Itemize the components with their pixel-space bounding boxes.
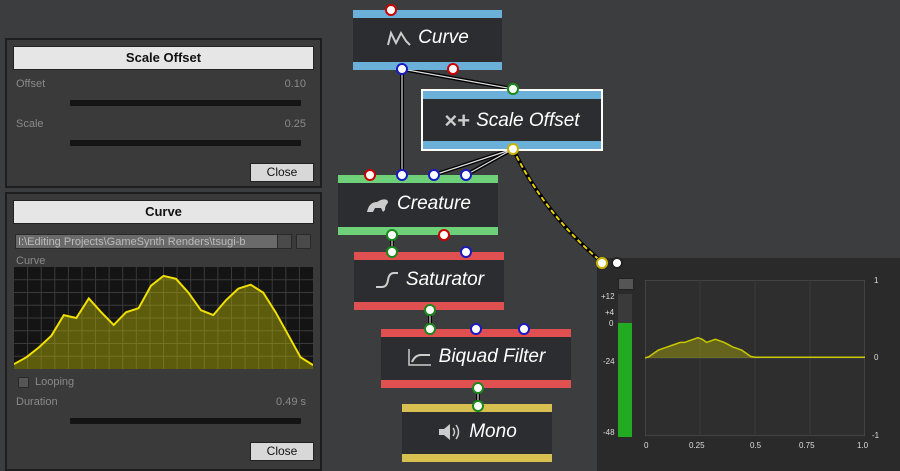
creature-input-port-1[interactable] [364,169,376,181]
x-tick: 0.75 [799,441,815,450]
db-tick: -24 [603,357,615,366]
saturator-output-port[interactable] [424,304,436,316]
biquad-filter-node[interactable]: Biquad Filter [381,329,571,388]
output-meter-panel: +12 +4 0 -24 -48 1 0 -1 0 0.25 0.5 0.75 … [596,257,900,471]
curve-node[interactable]: Curve [353,10,502,70]
filter-icon [407,348,431,366]
looping-label: Looping [35,376,75,388]
panel-title: Curve [13,200,314,224]
node-footer-bar [353,62,502,70]
node-label: Creature [338,193,498,215]
offset-value: 0.10 [284,78,306,90]
x-tick: 0.5 [750,441,762,450]
db-tick: 0 [609,319,614,328]
saturator-input-port[interactable] [386,246,398,258]
creature-icon [367,199,389,212]
waveform-chart [645,280,865,436]
close-button[interactable]: Close [250,442,314,461]
options-button[interactable] [296,234,311,249]
curve-output-port[interactable] [396,63,408,75]
db-tick: +12 [601,292,615,301]
curve-label: Curve [16,255,46,267]
offset-label: Offset [16,78,46,90]
browse-button[interactable] [277,234,292,249]
creature-input-port-2[interactable] [396,169,408,181]
panel-title: Scale Offset [13,46,314,70]
node-label: Mono [402,421,552,443]
curve-modulation-port[interactable] [447,63,459,75]
db-tick: +4 [605,308,615,317]
looping-checkbox[interactable] [18,377,29,388]
x-tick: 0 [644,441,649,450]
offset-slider[interactable] [70,100,301,106]
duration-label: Duration [16,396,58,408]
y-tick-top: 1 [874,276,879,285]
node-label: ×+ Scale Offset [444,108,580,133]
node-header-bar [338,175,498,183]
biquad-mod-port-1[interactable] [470,323,482,335]
node-label: Saturator [354,269,504,291]
node-footer-bar [402,454,552,462]
meter-input-port[interactable] [596,257,608,269]
creature-extra-port[interactable] [438,229,450,241]
curve-input-port[interactable] [385,4,397,16]
biquad-input-port[interactable] [424,323,436,335]
file-path-field[interactable]: I:\Editing Projects\GameSynth Renders\ts… [15,234,278,249]
biquad-output-port[interactable] [472,382,484,394]
creature-output-port[interactable] [386,229,398,241]
duration-value: 0.49 s [276,396,306,408]
node-label: Curve [353,27,502,49]
scale-label: Scale [16,118,44,130]
scale-slider[interactable] [70,140,301,146]
y-tick-mid: 0 [874,353,879,362]
scale-offset-input-port[interactable] [507,83,519,95]
curve-panel: Curve I:\Editing Projects\GameSynth Rend… [5,192,322,471]
scale-offset-panel: Scale Offset Offset 0.10 Scale 0.25 Clos… [5,38,322,188]
duration-slider[interactable] [70,418,301,424]
mono-input-port[interactable] [472,400,484,412]
creature-input-port-4[interactable] [460,169,472,181]
close-button[interactable]: Close [250,163,314,182]
node-footer-bar [338,227,498,235]
node-label: Biquad Filter [381,346,571,368]
y-tick-bottom: -1 [872,431,880,440]
mono-node[interactable]: Mono [402,404,552,462]
scale-offset-output-port[interactable] [507,143,519,155]
db-tick: -48 [603,428,615,437]
creature-input-port-3[interactable] [428,169,440,181]
curve-icon [387,30,411,46]
node-header-bar [354,252,504,260]
level-meter-fill [618,322,632,437]
scale-offset-icon: ×+ [444,108,471,133]
creature-node[interactable]: Creature [338,175,498,235]
curve-editor[interactable] [14,267,313,369]
saturator-mod-port[interactable] [460,246,472,258]
x-tick: 1.0 [857,441,869,450]
biquad-mod-port-2[interactable] [518,323,530,335]
scale-value: 0.25 [284,118,306,130]
speaker-icon [439,423,460,440]
meter-scale-button[interactable] [618,278,634,290]
node-header-bar [353,10,502,18]
saturator-node[interactable]: Saturator [354,252,504,310]
saturator-icon [375,271,398,288]
scale-offset-node[interactable]: ×+ Scale Offset [421,89,603,151]
x-tick: 0.25 [689,441,705,450]
meter-input-port-2[interactable] [611,257,623,269]
